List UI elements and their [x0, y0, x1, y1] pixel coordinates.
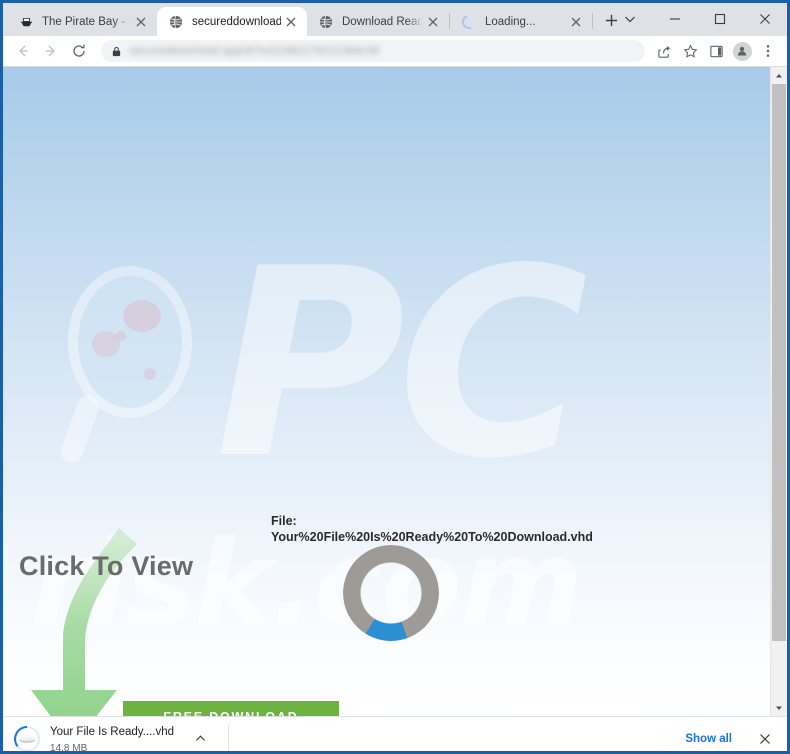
free-download-button[interactable]: FREE DOWNLOAD [123, 701, 339, 716]
file-label-prefix: File: [271, 514, 297, 528]
browser-menu-icon[interactable] [755, 38, 781, 64]
tab-download-ready[interactable]: Download Ready [307, 7, 449, 36]
download-item[interactable]: Your File Is Ready....vhd 14.8 MB [13, 721, 220, 754]
scrollbar-track[interactable] [771, 84, 787, 699]
tab-label: Download Ready [342, 15, 423, 28]
tab-divider [592, 13, 593, 29]
address-bar-url: secureddownload.app/d/7e4118b21782213b9c… [130, 45, 380, 57]
tab-label: secureddownload [192, 15, 281, 28]
web-page: PC risk.com Click To View File: Your%20F… [3, 67, 770, 716]
shelf-close-icon[interactable] [751, 725, 779, 752]
back-button[interactable] [9, 37, 37, 65]
tab-loading[interactable]: Loading... [450, 7, 592, 36]
tab-close-icon[interactable] [131, 12, 151, 32]
minimize-button[interactable] [652, 3, 697, 35]
spinner-icon [459, 12, 479, 31]
side-panel-icon[interactable] [703, 38, 729, 64]
watermark-pc-text: PC [215, 214, 588, 516]
tab-label: Loading... [485, 15, 536, 28]
scroll-up-icon[interactable] [771, 67, 787, 84]
show-all-downloads-button[interactable]: Show all [672, 725, 745, 752]
download-file-size: 14.8 MB [50, 743, 88, 754]
tab-close-icon[interactable] [423, 12, 443, 32]
click-to-view-text: Click To View [19, 551, 194, 581]
tab-pirate-bay[interactable]: The Pirate Bay - The g [7, 7, 157, 36]
window-controls [607, 3, 787, 35]
bookmark-star-icon[interactable] [677, 38, 703, 64]
reload-button[interactable] [65, 37, 93, 65]
lock-icon [111, 46, 122, 57]
shelf-divider [228, 724, 230, 751]
vhd-file-icon [13, 725, 41, 751]
globe-icon [168, 14, 184, 30]
browser-toolbar: secureddownload.app/d/7e4118b21782213b9c… [3, 36, 787, 67]
chevron-up-icon[interactable] [188, 727, 212, 751]
file-name-label: File: Your%20File%20Is%20Ready%20To%20Do… [271, 513, 611, 545]
tab-secureddownload[interactable]: secureddownload [157, 7, 307, 36]
forward-button[interactable] [37, 37, 65, 65]
address-bar[interactable]: secureddownload.app/d/7e4118b21782213b9c… [101, 40, 645, 62]
profile-avatar[interactable] [729, 38, 755, 64]
close-button[interactable] [742, 3, 787, 35]
tab-strip: The Pirate Bay - The g secureddownload [3, 3, 787, 36]
tab-close-icon[interactable] [566, 12, 586, 32]
maximize-button[interactable] [697, 3, 742, 35]
tab-search-button[interactable] [607, 3, 652, 35]
scroll-down-icon[interactable] [771, 699, 787, 716]
globe-icon [318, 14, 334, 30]
download-item-text: Your File Is Ready....vhd 14.8 MB [50, 721, 175, 754]
file-name-value: Your%20File%20Is%20Ready%20To%20Download… [271, 530, 593, 544]
page-scrollbar[interactable] [770, 67, 787, 716]
watermark-magnifier-icon [58, 264, 208, 464]
download-progress-ring [343, 545, 439, 641]
share-icon[interactable] [651, 38, 677, 64]
ship-icon [18, 14, 34, 30]
download-file-name: Your File Is Ready....vhd [50, 726, 175, 739]
scrollbar-thumb[interactable] [772, 84, 786, 641]
page-viewport: PC risk.com Click To View File: Your%20F… [3, 67, 787, 716]
tab-close-icon[interactable] [281, 12, 301, 32]
browser-window: The Pirate Bay - The g secureddownload [0, 0, 790, 754]
tab-label: The Pirate Bay - The g [42, 15, 131, 28]
downloads-shelf: Your File Is Ready....vhd 14.8 MB Show a… [3, 716, 787, 754]
